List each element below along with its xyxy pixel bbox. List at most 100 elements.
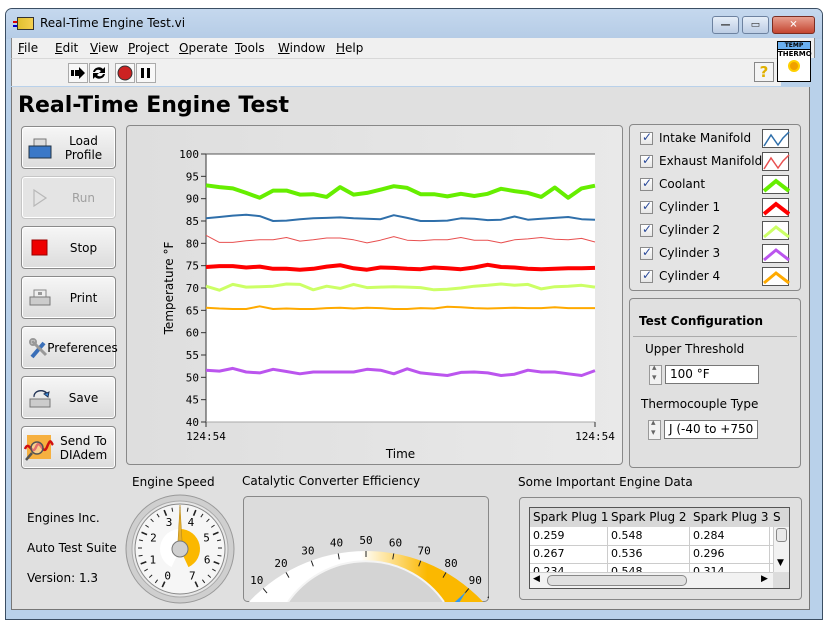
legend-checkbox-exhaust-manifold[interactable] xyxy=(640,153,653,168)
stop-icon xyxy=(31,239,48,256)
gauge-tick-label: 7 xyxy=(189,569,196,582)
legend-swatch-cylinder-4[interactable] xyxy=(762,267,790,286)
save-button[interactable]: Save xyxy=(21,376,116,419)
legend-swatch-intake-manifold[interactable] xyxy=(762,129,790,148)
x-axis-label: Time xyxy=(385,447,415,461)
scroll-left-icon[interactable]: ◀ xyxy=(533,574,540,584)
upper-threshold-spinner[interactable] xyxy=(649,363,662,385)
gauge-tick-label: 6 xyxy=(204,553,211,566)
suite-name: Auto Test Suite xyxy=(27,541,117,555)
legend-checkbox-cylinder-4[interactable] xyxy=(640,268,653,283)
meter-tick-label: 50 xyxy=(359,534,372,547)
print-button[interactable]: Print xyxy=(21,276,116,319)
pause-button[interactable] xyxy=(136,63,156,83)
thermocouple-type-ring[interactable]: J (-40 to +750 xyxy=(664,420,758,439)
meter-tick-label: 70 xyxy=(418,544,431,557)
legend-checkbox-cylinder-1[interactable] xyxy=(640,199,653,214)
horizontal-scroll-thumb[interactable] xyxy=(547,575,687,586)
legend-label: Coolant xyxy=(659,177,706,191)
scroll-right-icon[interactable]: ▶ xyxy=(761,574,768,584)
temperature-chart-frame: 40 45 50 55 60 65 70 75 80 85 90 95 100 124:54 124:54 … xyxy=(126,125,623,465)
horizontal-scrollbar[interactable]: ◀ ▶ xyxy=(530,572,775,588)
run-button[interactable] xyxy=(68,63,88,83)
gauge-hub xyxy=(171,540,189,558)
table-cell[interactable]: 0.536 xyxy=(608,545,690,564)
vertical-scroll-thumb[interactable] xyxy=(776,528,787,542)
engine-speed-gauge: 01 23 45 67 xyxy=(125,494,235,604)
run-test-button[interactable]: Run xyxy=(21,176,116,219)
column-header[interactable]: S xyxy=(770,508,789,527)
send-to-diadem-button[interactable]: Send To DIAdem xyxy=(21,426,116,469)
y-tick-label: 95 xyxy=(186,170,199,183)
menu-window[interactable]: Window xyxy=(278,41,325,55)
close-icon: ✕ xyxy=(789,19,798,31)
send-to-diadem-label: Send To DIAdem xyxy=(59,433,108,462)
gauge-tick-label: 5 xyxy=(203,531,210,544)
legend-checkbox-intake-manifold[interactable] xyxy=(640,130,653,145)
legend-swatch-coolant[interactable] xyxy=(762,175,791,194)
context-help-button[interactable]: ? xyxy=(754,62,774,82)
menu-tools[interactable]: Tools xyxy=(235,41,265,55)
y-tick-label: 50 xyxy=(186,371,199,384)
scroll-down-icon[interactable]: ▼ xyxy=(777,558,784,568)
legend-checkbox-cylinder-2[interactable] xyxy=(640,222,653,237)
scroll-corner xyxy=(773,572,789,588)
plot-style-icon xyxy=(763,271,790,285)
table-cell[interactable]: 0.259 xyxy=(530,527,608,546)
legend-item-coolant: Coolant xyxy=(640,175,795,195)
legend-swatch-cylinder-2[interactable] xyxy=(762,221,790,240)
y-tick-label: 65 xyxy=(186,304,199,317)
pause-icon xyxy=(141,68,150,78)
title-bar[interactable]: Real-Time Engine Test.vi — ▭ ✕ xyxy=(6,9,822,39)
meter-tick-label: 60 xyxy=(389,537,402,550)
legend-item-cylinder-3: Cylinder 3 xyxy=(640,244,795,264)
stop-button[interactable]: Stop xyxy=(21,226,116,269)
run-arrow-icon xyxy=(71,67,85,79)
legend-checkbox-cylinder-3[interactable] xyxy=(640,245,653,260)
table-cell[interactable]: 0.267 xyxy=(530,545,608,564)
plot-style-icon xyxy=(763,131,790,147)
company-name: Engines Inc. xyxy=(27,511,100,525)
legend-item-cylinder-4: Cylinder 4 xyxy=(640,267,795,287)
thermocouple-type-spinner[interactable] xyxy=(648,418,661,440)
legend-swatch-cylinder-3[interactable] xyxy=(762,244,790,263)
catalytic-efficiency-title: Catalytic Converter Efficiency xyxy=(242,474,421,488)
vi-icon-top-text: TEMP xyxy=(778,42,810,50)
upper-threshold-input[interactable]: 100 °F xyxy=(665,365,759,384)
print-label: Print xyxy=(69,290,98,305)
run-continuously-button[interactable] xyxy=(89,63,109,83)
preferences-button[interactable]: Preferences xyxy=(21,326,118,369)
meter-tick-label: 20 xyxy=(274,557,287,570)
load-profile-button[interactable]: Load Profile xyxy=(21,126,116,169)
column-header[interactable]: Spark Plug 3 xyxy=(690,508,770,527)
menu-file[interactable]: File xyxy=(18,41,38,55)
gauge-tick xyxy=(217,554,222,557)
legend-checkbox-coolant[interactable] xyxy=(640,176,653,191)
legend-swatch-exhaust-manifold[interactable] xyxy=(762,152,790,171)
legend-label: Cylinder 1 xyxy=(659,200,721,214)
y-tick-label: 55 xyxy=(186,349,199,362)
close-button[interactable]: ✕ xyxy=(772,16,815,34)
divider xyxy=(633,336,797,337)
load-profile-label: Load Profile xyxy=(64,133,103,162)
legend-swatch-cylinder-1[interactable] xyxy=(762,198,791,217)
minimize-button[interactable]: — xyxy=(712,16,739,34)
menu-project[interactable]: Project xyxy=(128,41,169,55)
window-title: Real-Time Engine Test.vi xyxy=(40,16,186,30)
abort-button[interactable] xyxy=(115,63,135,83)
menu-view[interactable]: View xyxy=(90,41,118,55)
column-header[interactable]: Spark Plug 1 xyxy=(530,508,608,527)
column-header[interactable]: Spark Plug 2 xyxy=(608,508,690,527)
maximize-button[interactable]: ▭ xyxy=(742,16,769,34)
menu-operate[interactable]: Operate xyxy=(179,41,228,55)
legend-item-cylinder-1: Cylinder 1 xyxy=(640,198,795,218)
plot-style-icon xyxy=(763,248,790,262)
table-cell[interactable]: 0.296 xyxy=(690,545,770,564)
menu-edit[interactable]: Edit xyxy=(55,41,78,55)
table-cell[interactable]: 0.548 xyxy=(608,527,690,546)
y-tick-label: 80 xyxy=(186,237,199,250)
engine-data-table-frame: 0.3140.2960.2840.5480.5360.5480.2340.267… xyxy=(519,497,802,600)
table-cell[interactable]: 0.284 xyxy=(690,527,770,546)
diadem-icon xyxy=(24,435,54,461)
menu-help[interactable]: Help xyxy=(336,41,363,55)
